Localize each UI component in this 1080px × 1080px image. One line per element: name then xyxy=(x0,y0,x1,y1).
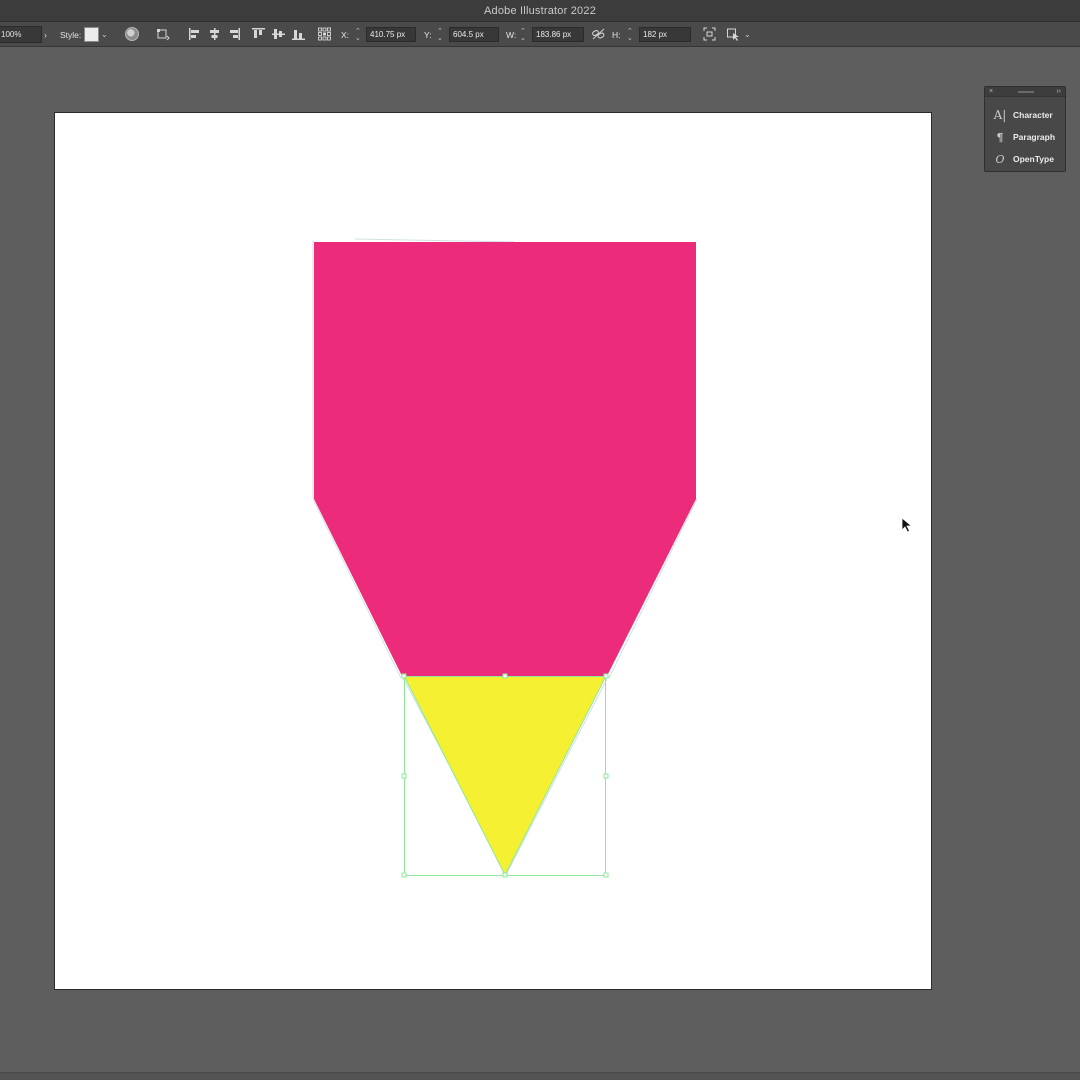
resize-handle-bottom-right[interactable] xyxy=(603,872,609,878)
chevron-down-icon[interactable]: ⌄ xyxy=(744,26,751,43)
resize-handle-bottom-left[interactable] xyxy=(401,872,407,878)
x-stepper-icon[interactable]: ⌃ ⌄ xyxy=(355,28,361,45)
height-stepper-icon[interactable]: ⌃ ⌄ xyxy=(627,28,633,45)
x-position-field[interactable]: 410.75 px xyxy=(366,27,416,42)
resize-handle-bottom[interactable] xyxy=(502,872,508,878)
align-right-icon[interactable] xyxy=(228,27,241,41)
panel-item-opentype[interactable]: O OpenType xyxy=(985,149,1067,169)
panel-item-label: Paragraph xyxy=(1013,132,1056,142)
panel-item-label: Character xyxy=(1013,110,1053,120)
window-title: Adobe Illustrator 2022 xyxy=(483,4,597,17)
illustrator-window: Adobe Illustrator 2022 100% › Style: ⌄ X… xyxy=(0,0,1080,1080)
select-similar-icon[interactable] xyxy=(703,27,716,41)
chevron-right-icon[interactable]: › xyxy=(44,26,47,43)
character-icon: A| xyxy=(993,108,1007,122)
x-label: X: xyxy=(341,29,350,40)
artboard[interactable] xyxy=(54,112,932,990)
resize-handle-top-left[interactable] xyxy=(401,673,407,679)
align-vertical-center-icon[interactable] xyxy=(272,27,285,41)
status-bar xyxy=(0,1072,1080,1080)
mouse-cursor-icon xyxy=(901,517,913,533)
width-stepper-icon[interactable]: ⌃ ⌄ xyxy=(520,28,526,45)
height-label: H: xyxy=(612,29,621,40)
transform-icon[interactable] xyxy=(157,27,170,41)
style-label: Style: xyxy=(60,29,82,40)
chevron-down-icon[interactable]: ⌄ xyxy=(101,26,108,43)
align-left-icon[interactable] xyxy=(188,27,201,41)
reference-point-icon[interactable] xyxy=(318,27,331,41)
triangle-shape[interactable] xyxy=(404,676,606,875)
panel-item-paragraph[interactable]: ¶ Paragraph xyxy=(985,127,1067,147)
resize-handle-left[interactable] xyxy=(401,773,407,779)
align-horizontal-center-icon[interactable] xyxy=(208,27,221,41)
close-icon[interactable]: × xyxy=(989,87,993,97)
align-top-icon[interactable] xyxy=(252,27,265,41)
title-bar: Adobe Illustrator 2022 xyxy=(0,0,1080,22)
control-bar: 100% › Style: ⌄ X: ⌃ ⌄ 410.75 px Y: ⌃ ⌄ … xyxy=(0,22,1080,47)
artwork-canvas xyxy=(312,238,698,878)
width-label: W: xyxy=(506,29,517,40)
y-label: Y: xyxy=(424,29,432,40)
panel-grip[interactable] xyxy=(1018,91,1034,93)
resize-handle-right[interactable] xyxy=(603,773,609,779)
align-bottom-icon[interactable] xyxy=(292,27,305,41)
paragraph-icon: ¶ xyxy=(996,130,1004,144)
type-panel-group: × ›› A| Character ¶ Paragraph O OpenType xyxy=(984,86,1066,172)
constrain-proportions-link-icon[interactable] xyxy=(592,27,605,41)
panel-item-character[interactable]: A| Character xyxy=(985,105,1067,125)
collapse-icon[interactable]: ›› xyxy=(1056,87,1061,97)
resize-handle-top[interactable] xyxy=(502,673,508,679)
height-field[interactable]: 182 px xyxy=(639,27,691,42)
resize-handle-top-right[interactable] xyxy=(603,673,609,679)
y-position-field[interactable]: 604.5 px xyxy=(449,27,499,42)
upper-shape[interactable] xyxy=(314,242,696,676)
panel-header[interactable]: × ›› xyxy=(985,87,1065,97)
width-field[interactable]: 183.86 px xyxy=(532,27,584,42)
isolate-object-icon[interactable] xyxy=(727,27,740,41)
graphic-style-swatch[interactable] xyxy=(84,27,99,42)
recolor-artwork-icon[interactable] xyxy=(125,27,139,41)
panel-item-label: OpenType xyxy=(1013,154,1054,164)
y-stepper-icon[interactable]: ⌃ ⌄ xyxy=(437,28,443,45)
zoom-field[interactable]: 100% xyxy=(0,26,42,43)
opentype-icon: O xyxy=(995,152,1005,166)
